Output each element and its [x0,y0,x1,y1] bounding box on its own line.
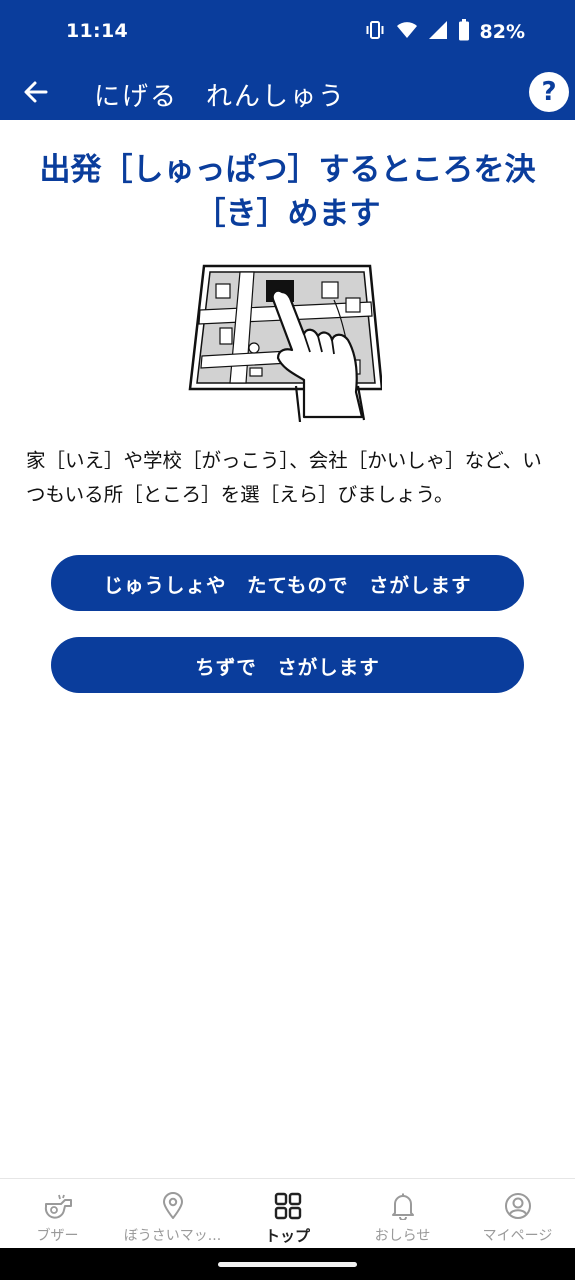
search-by-map-label: ちずで さがします [195,655,380,679]
gesture-handle[interactable] [218,1262,357,1267]
nav-item-disaster-map[interactable]: ぼうさいマッ... [115,1179,230,1249]
page-title: にげる れんしゅう [94,82,347,112]
search-by-map-button[interactable]: ちずで さがします [51,637,524,693]
nav-item-top[interactable]: トップ [230,1179,345,1249]
back-button[interactable] [18,74,54,110]
signal-icon [428,20,448,44]
user-icon [503,1191,533,1221]
battery-icon [458,19,470,45]
screen: 11:14 82% にげる れんしゅう ? 出発［しゅっぱつ］するところを決［き… [0,0,575,1280]
search-by-address-button[interactable]: じゅうしょや たてもので さがします [51,555,524,611]
grid-icon [273,1191,303,1221]
instruction-text: 家［いえ］や学校［がっこう］、会社［かいしゃ］など、いつもいる所［ところ］を選［… [26,449,542,506]
nav-label-disaster-map: ぼうさいマッ... [123,1228,222,1244]
arrow-left-icon [24,81,48,103]
nav-label-mypage: マイページ [482,1228,553,1244]
nav-item-mypage[interactable]: マイページ [460,1179,575,1249]
help-button[interactable]: ? [529,72,569,112]
map-tap-illustration [186,262,384,423]
battery-percent: 82% [479,21,525,43]
wifi-icon [396,20,418,44]
status-time: 11:14 [66,20,128,42]
header: 11:14 82% にげる れんしゅう ? [0,0,575,120]
whistle-icon [43,1191,73,1221]
bottom-navigation: ブザー ぼうさいマッ... トップ おしらせ マイページ [0,1178,575,1249]
nav-item-buzzer[interactable]: ブザー [0,1179,115,1249]
nav-item-notifications[interactable]: おしらせ [345,1179,460,1249]
status-bar: 11:14 82% [0,0,575,64]
bell-icon [388,1191,418,1221]
nav-label-notifications: おしらせ [374,1228,431,1244]
help-icon: ? [541,77,557,107]
nav-label-top: トップ [264,1227,310,1245]
status-icons: 82% [364,18,525,46]
app-bar: にげる れんしゅう ? [0,64,575,120]
section-title: 出発［しゅっぱつ］するところを決［き］めます [39,152,536,232]
nav-label-buzzer: ブザー [36,1228,79,1244]
vibrate-icon [364,19,386,45]
map-pin-icon [158,1191,188,1221]
search-by-address-label: じゅうしょや たてもので さがします [103,573,472,597]
